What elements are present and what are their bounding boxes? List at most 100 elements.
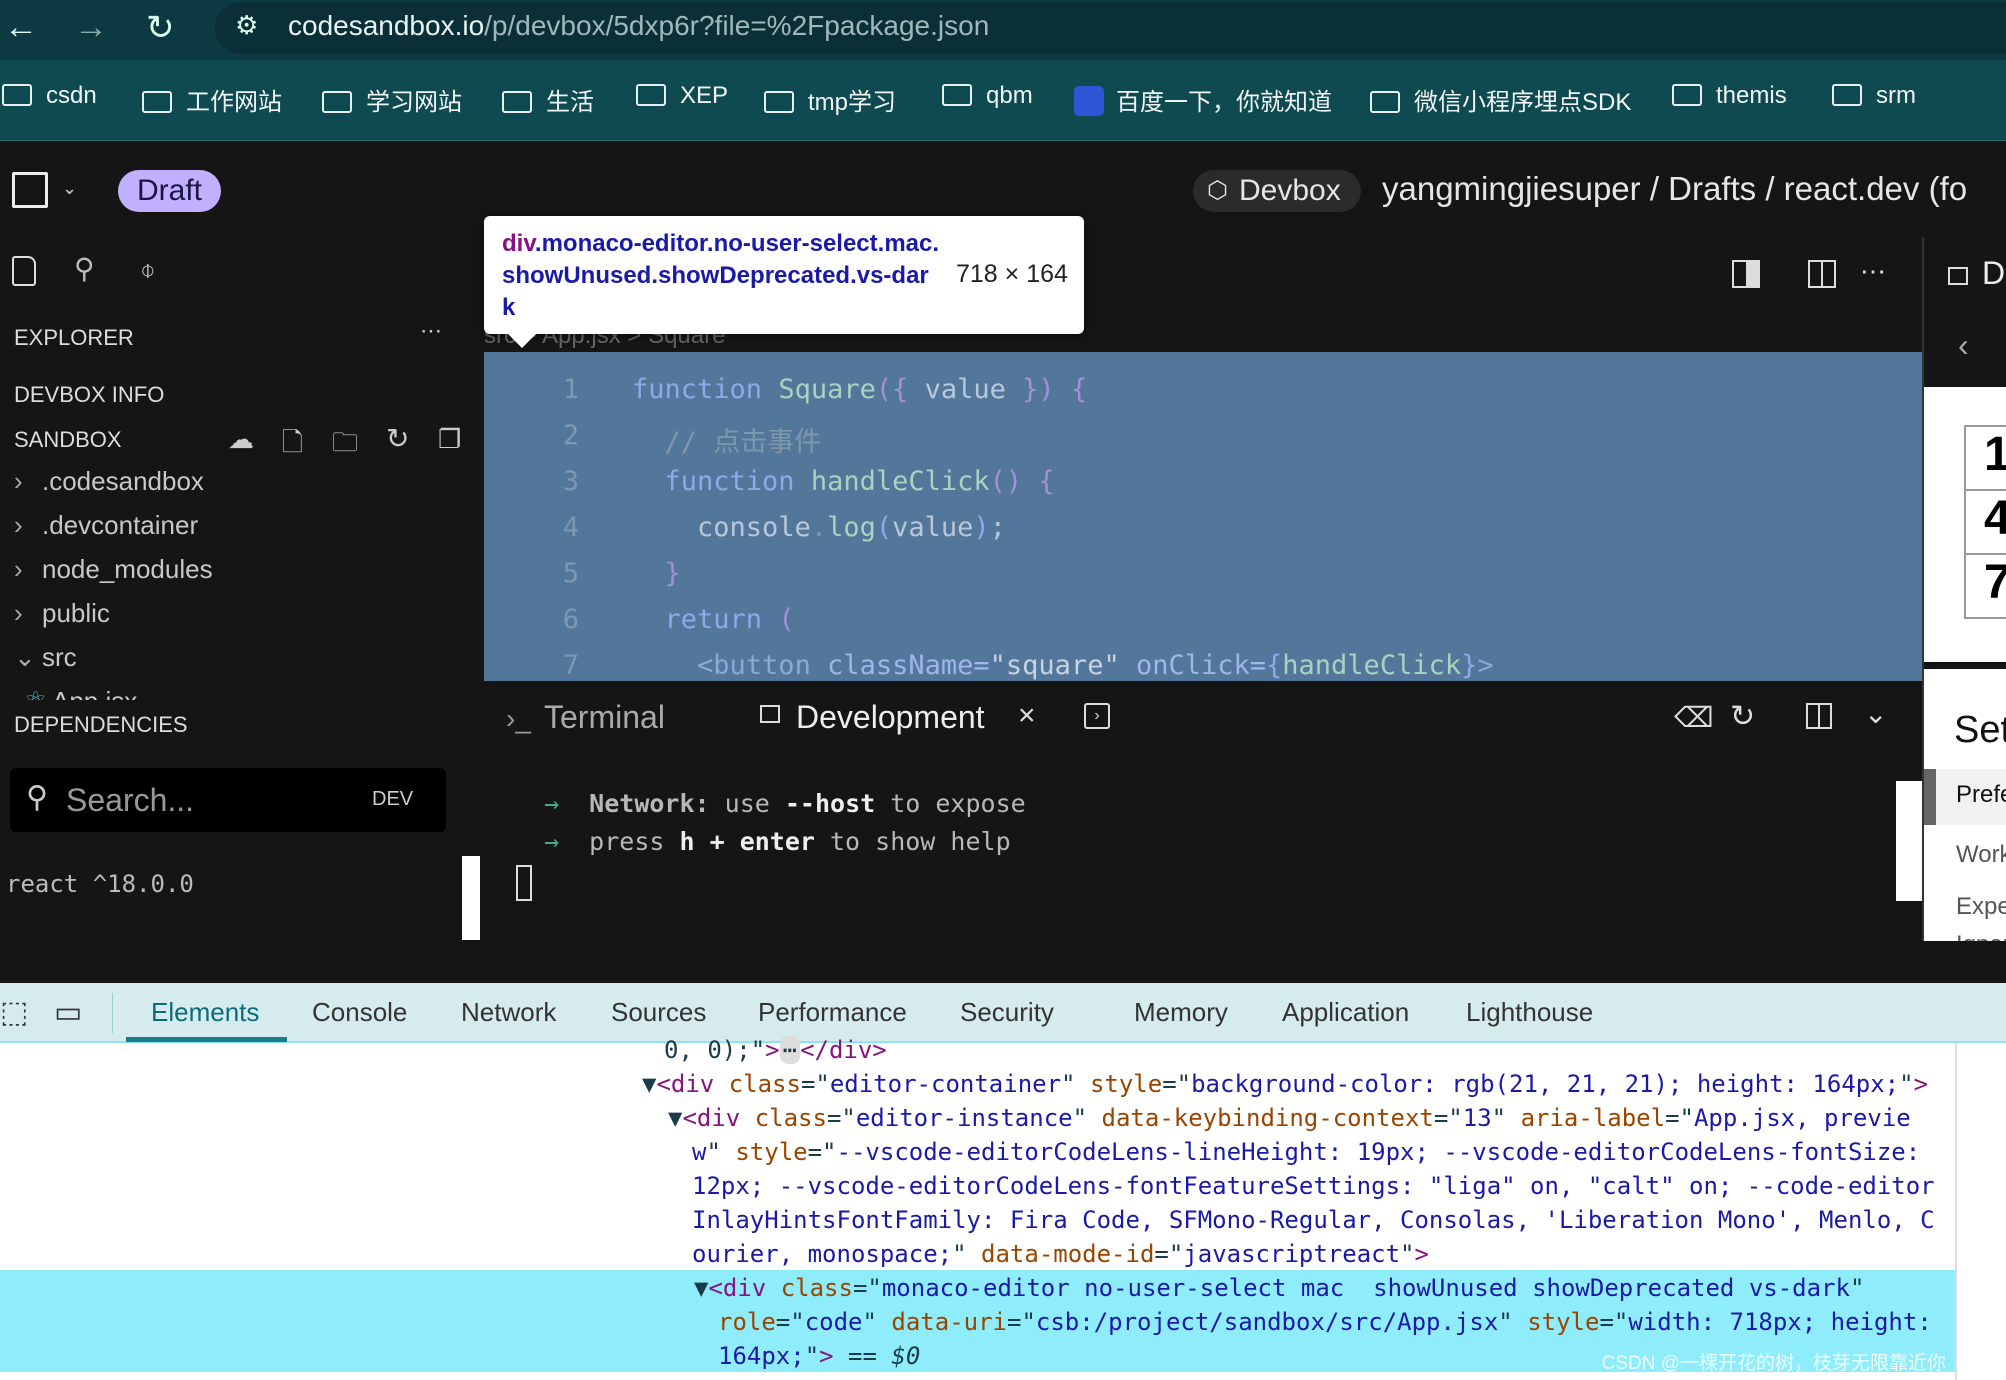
project-breadcrumb[interactable]: yangmingjiesuper / Drafts / react.dev (f… [1382,170,1967,208]
tree-label: .codesandbox [42,466,204,496]
explorer-heading: EXPLORER [14,325,134,350]
back-icon[interactable]: ← [4,8,38,47]
tree-label: node_modules [42,554,213,584]
bookmark-baidu[interactable]: 百度一下，你就知道 [1074,82,1332,117]
dom-line: InlayHintsFontFamily: Fira Code, SFMono-… [692,1206,1935,1234]
close-icon[interactable]: × [1018,699,1036,733]
square-cell[interactable]: 4 [1964,489,2006,555]
refresh-icon[interactable]: ↻ [386,422,409,455]
square-cell[interactable]: 1 [1964,425,2006,491]
tooltip-selector: div.monaco-editor.no-user-select.mac.sho… [502,228,942,324]
tab-security[interactable]: Security [960,997,1054,1028]
folder-icon [1832,84,1862,106]
sandbox-heading[interactable]: SANDBOX [14,427,122,453]
game-board: 1 4 7 [1924,387,2006,665]
search-icon[interactable]: ⚲ [74,252,95,285]
devbox-label: Devbox [1239,174,1341,207]
menu-item-ignored[interactable]: Ignor [1956,931,2006,941]
file-icon[interactable] [12,256,36,286]
bookmark-work[interactable]: 工作网站 [142,82,282,117]
dependency-item[interactable]: react ^18.0.0 [6,870,194,898]
bookmark-life[interactable]: 生活 [502,82,594,117]
tree-item-app-jsx[interactable]: ⚛App.jsx [24,686,137,700]
restart-icon[interactable]: ↻ [1730,699,1755,734]
collapse-all-icon[interactable]: ❐ [438,424,461,455]
react-icon: ⚛ [24,686,52,700]
inspect-element-icon[interactable]: ⬚ [0,995,28,1030]
tab-terminal[interactable]: Terminal [544,699,665,736]
git-commit-icon[interactable]: ⌽ [140,254,156,286]
line-number: 5 [562,558,579,589]
terminal-line-1: → Network: use --host to expose [544,789,1026,818]
devbox-badge[interactable]: ⬡ Devbox [1193,170,1361,212]
reload-icon[interactable]: ↻ [146,8,175,48]
chevron-down-icon[interactable]: ⌄ [1864,697,1887,730]
cloud-download-icon[interactable]: ☁ [228,424,254,455]
menu-square-icon[interactable] [12,172,48,208]
tab-elements[interactable]: Elements [151,997,259,1028]
url-host: codesandbox.io [288,10,485,41]
t-text: to show help [814,827,1011,856]
tab-lighthouse[interactable]: Lighthouse [1466,997,1593,1028]
split-terminal-icon[interactable] [1806,703,1832,729]
tree-item-devcontainer[interactable]: › .devcontainer [14,510,198,541]
code-line-6: return ( [664,604,795,635]
tab-network[interactable]: Network [461,997,556,1028]
folder-icon [636,84,666,106]
terminal-scrollbar[interactable] [1896,781,1922,901]
dom-line[interactable]: ▼<div class="editor-instance" data-keybi… [668,1104,1911,1132]
new-folder-icon[interactable]: 🗀 [332,424,358,468]
bookmark-srm[interactable]: srm [1832,82,1916,110]
tree-item-codesandbox[interactable]: › .codesandbox [14,466,204,497]
inspect-tooltip: div.monaco-editor.no-user-select.mac.sho… [484,216,1084,334]
address-bar-area: ← → ↻ ⚙ codesandbox.io/p/devbox/5dxp6r?f… [0,0,2006,60]
tab-console[interactable]: Console [312,997,407,1028]
url-path: /p/devbox/5dxp6r?file=%2Fpackage.json [484,10,990,41]
sidebar-scrollbar[interactable] [462,856,480,940]
bookmark-label: 微信小程序埋点SDK [1414,89,1632,116]
dom-line[interactable]: ▼<div class="monaco-editor no-user-selec… [694,1274,1864,1302]
tab-application[interactable]: Application [1282,997,1409,1028]
chevron-down-icon[interactable]: ⌄ [62,178,77,199]
dom-line[interactable]: ▼<div class="editor-container" style="ba… [642,1070,1928,1098]
bookmark-tmp[interactable]: tmp学习 [764,82,896,117]
devbox-info-heading[interactable]: DEVBOX INFO [14,382,164,408]
split-editor-icon[interactable] [1808,260,1836,288]
back-icon[interactable]: ‹ [1958,327,1969,364]
toggle-sidebar-icon[interactable] [1732,260,1760,288]
tree-item-public[interactable]: › public [14,598,110,629]
new-file-icon[interactable]: 🗋 [282,424,303,468]
dom-line[interactable]: 0, 0);"> ⋯ </div> [664,1036,887,1064]
bookmark-csdn[interactable]: csdn [2,82,97,110]
monaco-editor[interactable]: 1 2 3 4 5 6 7 function Square({ value })… [484,352,1922,681]
menu-item-workspace[interactable]: Work [1956,841,2006,869]
tooltip-dimensions: 718 × 164 [956,260,1068,288]
more-icon[interactable]: ⋯ [1860,256,1886,287]
preview-tab[interactable]: D [1982,255,2005,292]
tab-development[interactable]: Development [796,699,985,736]
tab-performance[interactable]: Performance [758,997,907,1028]
forward-icon[interactable]: → [74,8,108,47]
dependency-search-input[interactable]: ⚲ Search... DEV [10,768,446,832]
bookmark-xep[interactable]: XEP [636,82,728,110]
more-icon[interactable]: ⋯ [420,318,442,344]
tree-item-node-modules[interactable]: › node_modules [14,554,213,585]
tab-sources[interactable]: Sources [611,997,706,1028]
tab-memory[interactable]: Memory [1134,997,1228,1028]
site-settings-icon[interactable]: ⚙ [235,10,258,41]
bookmark-study[interactable]: 学习网站 [322,82,462,117]
bookmark-qbm[interactable]: qbm [942,82,1033,110]
bookmark-label: 百度一下，你就知道 [1116,89,1332,116]
dependencies-heading[interactable]: DEPENDENCIES [14,712,188,738]
clear-icon[interactable]: ⌫ [1674,701,1714,734]
new-terminal-icon[interactable]: › [1084,703,1110,729]
tree-item-src[interactable]: ⌄ src [14,642,77,673]
menu-item-experiments[interactable]: Expe [1956,893,2006,921]
device-toggle-icon[interactable]: ▭ [54,995,82,1030]
menu-item-preferences[interactable]: Prefe [1924,769,2006,825]
url-text[interactable]: codesandbox.io/p/devbox/5dxp6r?file=%2Fp… [288,10,989,42]
bookmark-wechat-sdk[interactable]: 微信小程序埋点SDK [1370,82,1631,117]
square-cell[interactable]: 7 [1964,553,2006,619]
bookmark-themis[interactable]: themis [1672,82,1787,110]
watermark: CSDN @一棵开花的树，枝芽无限靠近你 [1601,1353,1946,1374]
